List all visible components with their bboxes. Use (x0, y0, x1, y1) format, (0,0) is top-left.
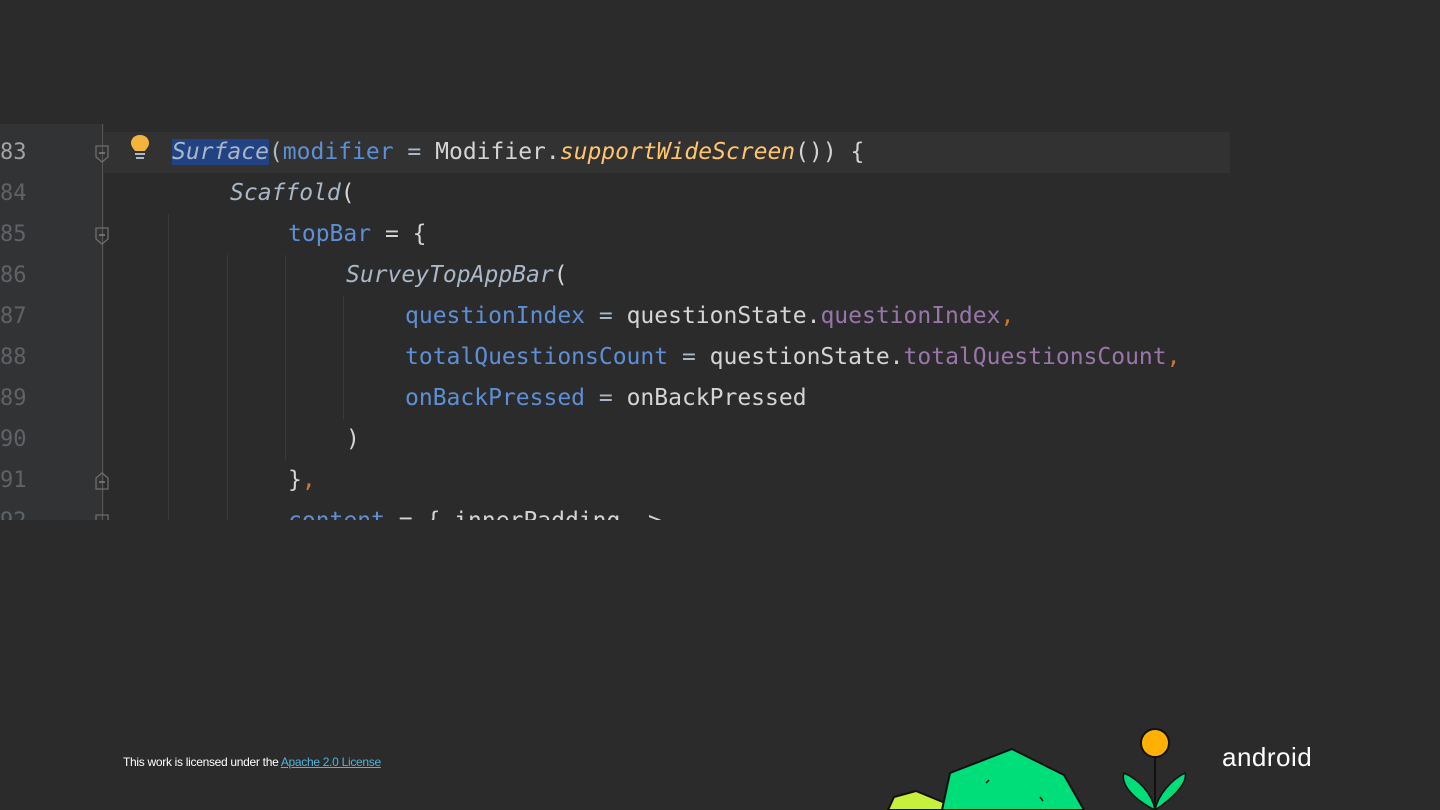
code-line[interactable]: 92 content = { innerPadding -> (0, 501, 1230, 520)
operator: = (585, 385, 627, 411)
function-name: Scaffold (230, 180, 341, 206)
comma: , (1000, 303, 1015, 329)
license-link[interactable]: Apache 2.0 License (281, 755, 381, 769)
code-text: Scaffold( (230, 173, 355, 214)
line-number: 89 (0, 386, 27, 411)
param-name: questionIndex (405, 303, 586, 329)
line-number: 87 (0, 304, 27, 329)
line-number: 83 (0, 140, 27, 165)
paren: ( (340, 180, 355, 206)
android-logo: android (1222, 742, 1313, 772)
property: questionIndex (820, 303, 1001, 329)
function-name: Surface (172, 139, 269, 165)
extension-function: supportWideScreen (559, 139, 796, 165)
license-notice: This work is licensed under the Apache 2… (123, 755, 381, 769)
operator: = (585, 303, 627, 329)
value-ref: onBackPressed (626, 385, 807, 411)
code-text: topBar = { (288, 214, 426, 255)
code-line[interactable]: 88 totalQuestionsCount = questionState.t… (0, 337, 1230, 378)
property: totalQuestionsCount (903, 344, 1167, 370)
paren: ( (553, 262, 568, 288)
line-number: 92 (0, 501, 60, 520)
code-text: Surface(modifier = Modifier.supportWideS… (172, 132, 864, 173)
closing: } (288, 467, 302, 493)
line-number: 90 (0, 427, 27, 452)
object-ref: questionState. (626, 303, 821, 329)
code-text: }, (288, 460, 316, 501)
code-line[interactable]: 83 Surface(modifier = Modifier.supportWi… (0, 132, 1230, 173)
code-line[interactable]: 90 ) (0, 419, 1230, 460)
code-line[interactable]: 87 questionIndex = questionState.questio… (0, 296, 1230, 337)
code-rest: = { (371, 221, 427, 247)
line-number: 86 (0, 263, 27, 288)
operator: = (393, 139, 436, 165)
closing: ()) { (795, 139, 865, 165)
line-number: 84 (0, 181, 27, 206)
code-line[interactable]: 84 Scaffold( (0, 173, 1230, 214)
paren: ( (268, 139, 283, 165)
code-text: totalQuestionsCount = questionState.tota… (405, 337, 1181, 378)
license-text: This work is licensed under the (123, 755, 281, 769)
param-name: onBackPressed (405, 385, 586, 411)
code-text: ) (346, 419, 360, 460)
line-number: 85 (0, 222, 27, 247)
comma: , (1166, 344, 1181, 370)
param-name: modifier (282, 139, 394, 165)
code-rest: = { innerPadding -> (385, 508, 662, 520)
param-name: content (288, 508, 385, 520)
line-number: 91 (0, 468, 27, 493)
code-line[interactable]: 85 topBar = { (0, 214, 1230, 255)
function-name: SurveyTopAppBar (346, 262, 554, 288)
line-number: 88 (0, 345, 27, 370)
param-name: totalQuestionsCount (405, 344, 669, 370)
closing: ) (346, 426, 360, 452)
comma: , (301, 467, 316, 493)
object-ref: questionState. (709, 344, 904, 370)
code-editor[interactable]: 83 Surface(modifier = Modifier.supportWi… (0, 124, 1230, 520)
code-text: content = { innerPadding -> (288, 501, 662, 520)
code-text: SurveyTopAppBar( (346, 255, 568, 296)
code-text: onBackPressed = onBackPressed (405, 378, 807, 419)
operator: = (668, 344, 710, 370)
code-text: questionIndex = questionState.questionIn… (405, 296, 1014, 337)
code-line[interactable]: 89 onBackPressed = onBackPressed (0, 378, 1230, 419)
param-name: topBar (288, 221, 372, 247)
object-ref: Modifier. (435, 139, 560, 165)
code-line[interactable]: 91 }, (0, 460, 1230, 501)
android-plant-illustration (886, 728, 1187, 810)
code-line[interactable]: 86 SurveyTopAppBar( (0, 255, 1230, 296)
